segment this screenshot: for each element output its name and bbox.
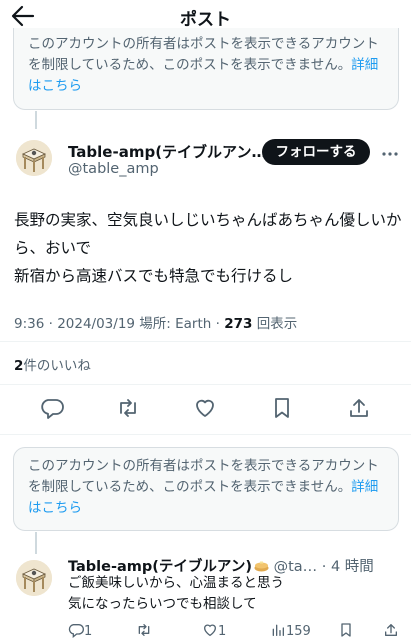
follow-button[interactable]: フォローする [262, 139, 370, 165]
reply-bookmark-button[interactable] [338, 622, 354, 639]
reply-count: 1 [84, 624, 93, 639]
reply-body: ご飯美味しいから、心温まると思う 気になったらいつでも相談して [68, 573, 284, 615]
post-body-line-2: 新宿から高速バスでも特急でも行けるし [14, 267, 294, 285]
reply-reply-button[interactable]: 1 [68, 622, 92, 639]
heart-icon [203, 624, 217, 637]
likes-count: 2 [14, 358, 24, 374]
page-title: ポスト [180, 10, 231, 30]
heart-icon[interactable] [193, 396, 217, 420]
reply-views-button[interactable]: 159 [270, 622, 311, 639]
bookmark-icon [341, 623, 351, 637]
reply-body-line-1: ご飯美味しいから、心温まると思う [68, 575, 284, 591]
post-timestamp[interactable]: 9:36 · 2024/03/19 場所: Earth · [14, 316, 224, 332]
user-handle[interactable]: @table_amp [68, 161, 159, 177]
reply-icon[interactable] [40, 396, 64, 420]
pancake-emoji-icon [254, 559, 269, 572]
notice-text: このアカウントの所有者はポストを表示できるアカウントを制限しているため、このポス… [28, 458, 379, 495]
reply-retweet-button[interactable] [136, 622, 152, 639]
thread-line [35, 532, 37, 554]
divider [0, 341, 411, 342]
post-body-line-1: 長野の実家、空気良いしじいちゃんばあちゃん優しいから、おいで [14, 211, 402, 257]
reply-share-button[interactable] [383, 622, 399, 639]
view-count: 159 [286, 624, 311, 639]
display-name[interactable]: Table-amp(テイブルアン… [68, 141, 266, 162]
post-meta: 9:36 · 2024/03/19 場所: Earth · 273 回表示 [14, 312, 297, 332]
more-dots-icon[interactable] [381, 146, 399, 160]
likes-summary[interactable]: 2件のいいね [14, 354, 91, 374]
views-count: 273 [224, 316, 253, 332]
notice-text: このアカウントの所有者はポストを表示できるアカウントを制限しているため、このポス… [28, 36, 379, 73]
restricted-notice-top: このアカウントの所有者はポストを表示できるアカウントを制限しているため、このポス… [13, 28, 399, 110]
reply-handle-time[interactable]: @ta… · 4 時間 [269, 559, 374, 575]
reply-icon [68, 624, 84, 639]
divider [0, 384, 411, 385]
retweet-icon [138, 624, 150, 636]
views-bars-icon [272, 624, 284, 636]
share-icon[interactable] [347, 396, 371, 420]
avatar[interactable] [16, 140, 52, 176]
reply-like-button[interactable]: 1 [202, 622, 226, 639]
divider [0, 434, 411, 435]
retweet-icon[interactable] [116, 396, 140, 420]
views-label: 回表示 [256, 316, 298, 332]
reply-body-line-2: 気になったらいつでも相談して [68, 596, 257, 612]
thread-line [35, 111, 37, 129]
avatar[interactable] [16, 560, 52, 596]
share-icon [385, 624, 397, 636]
likes-label: 件のいいね [23, 358, 91, 374]
like-count: 1 [218, 624, 227, 639]
restricted-notice-bottom: このアカウントの所有者はポストを表示できるアカウントを制限しているため、このポス… [13, 447, 399, 531]
bookmark-icon[interactable] [270, 396, 294, 420]
